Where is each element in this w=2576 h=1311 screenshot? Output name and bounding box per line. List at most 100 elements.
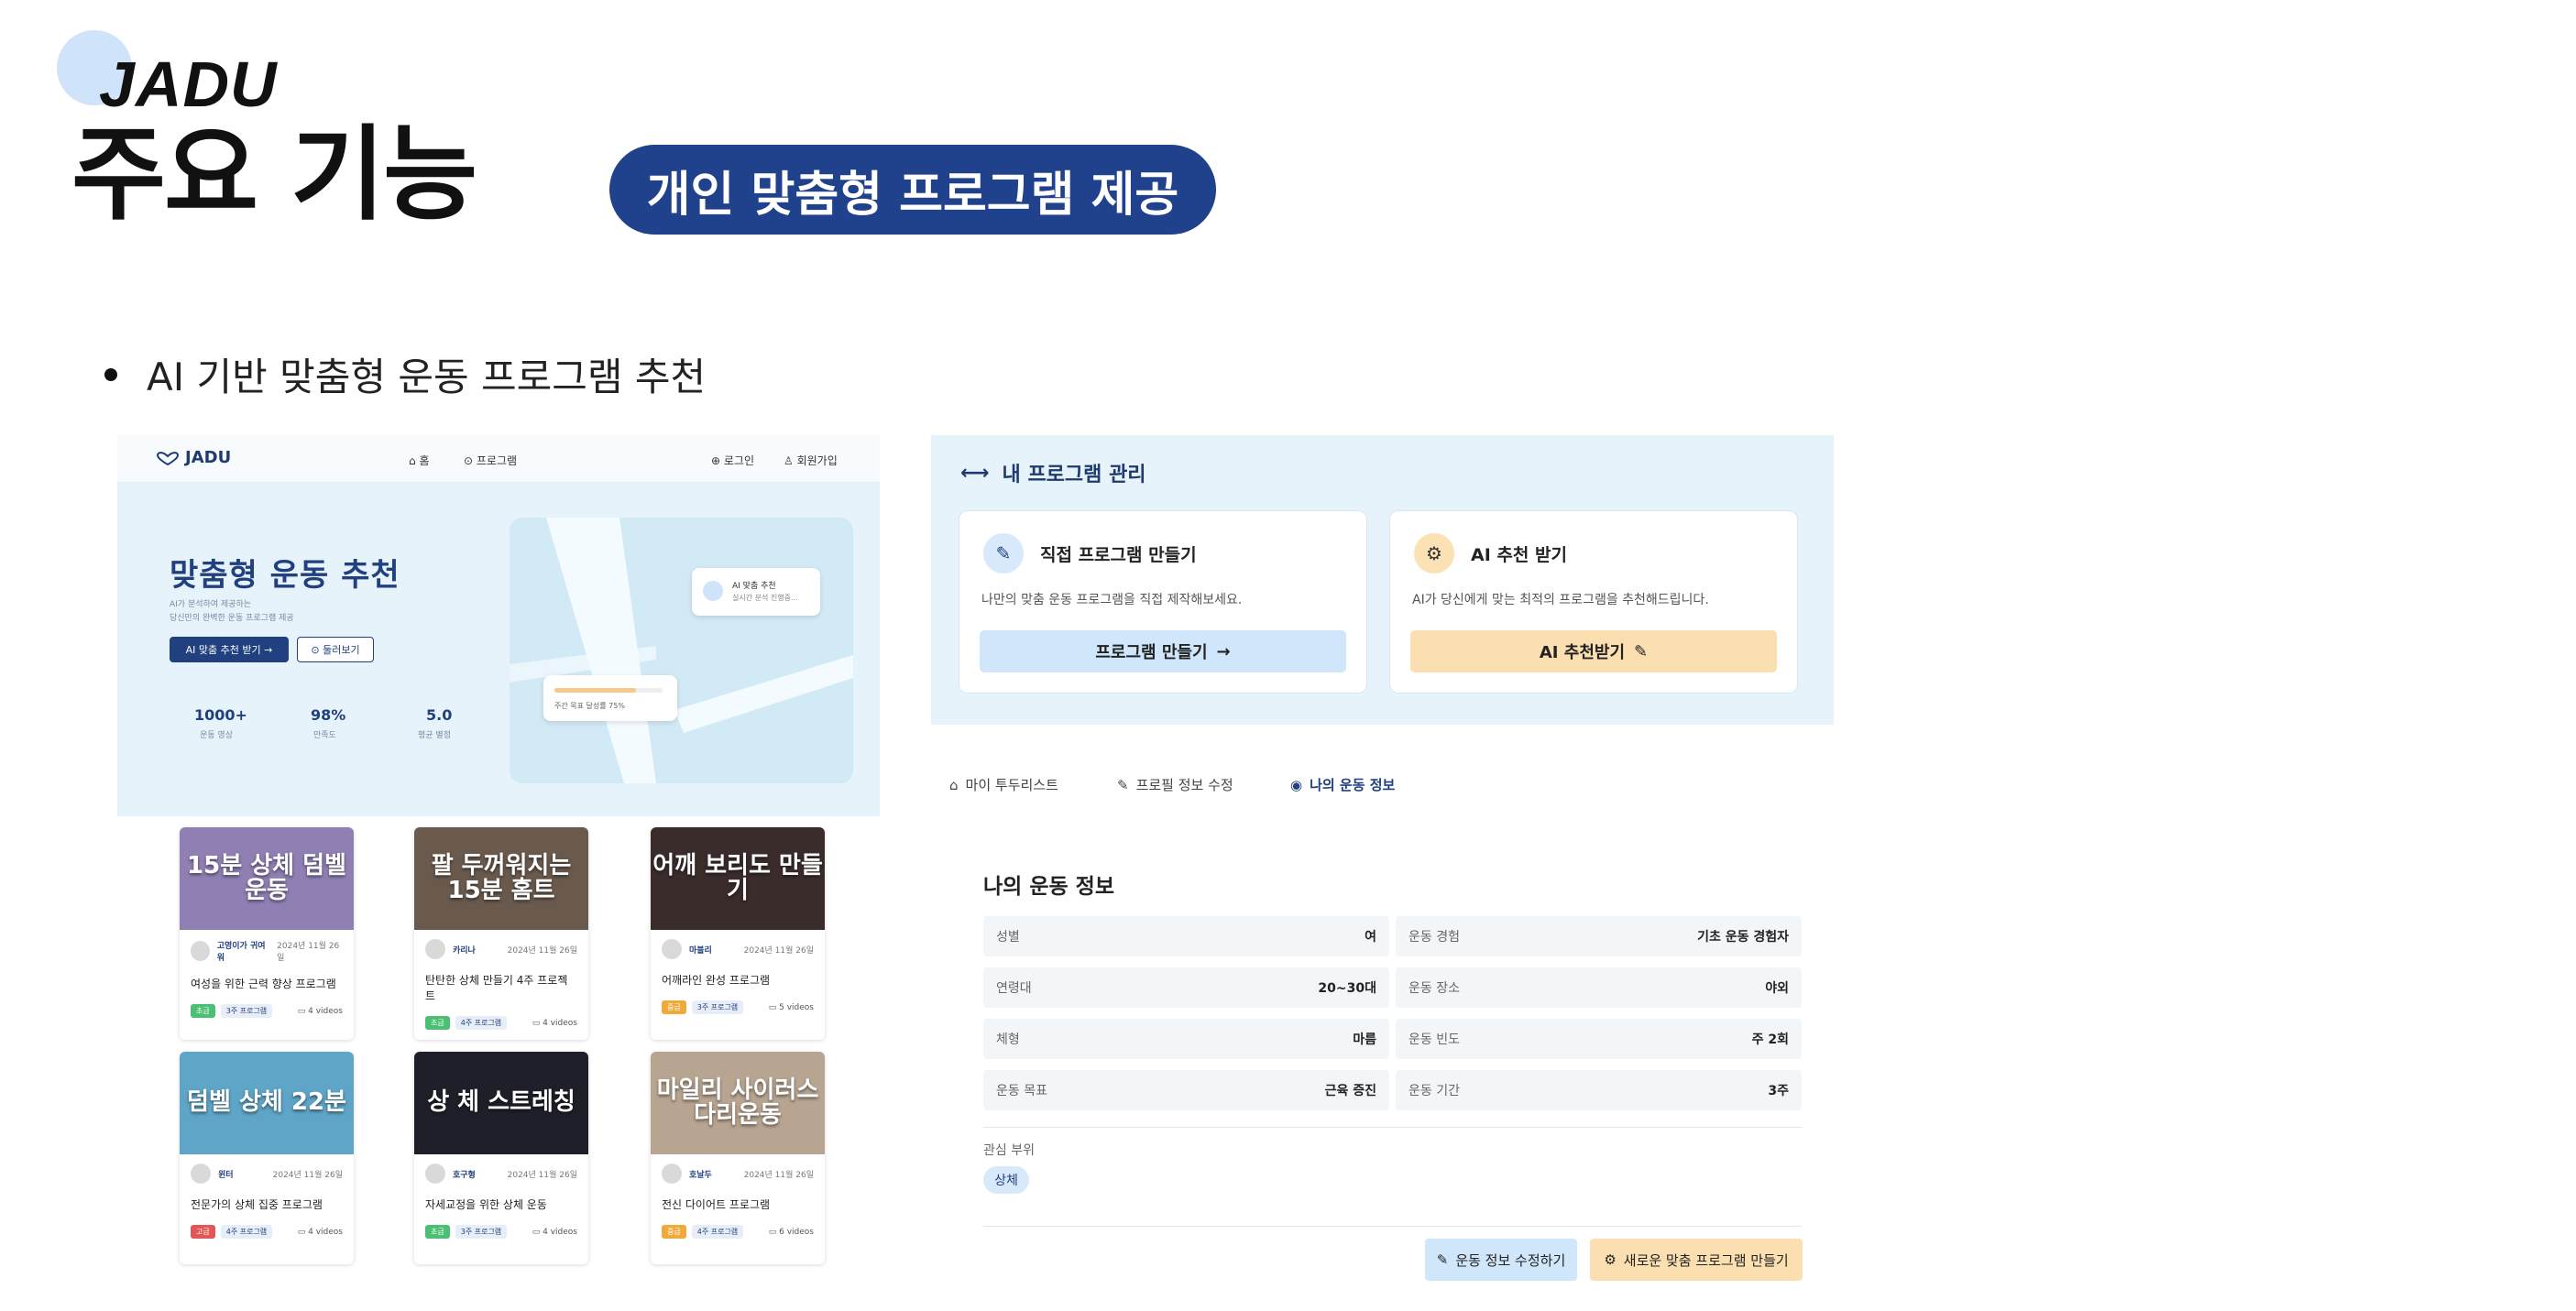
program-thumbnail[interactable]: 상 체 스트레칭	[414, 1052, 588, 1154]
weeks-badge: 3주 프로그램	[220, 1004, 273, 1018]
card-title: 자세교정을 위한 상체 운동	[425, 1198, 547, 1211]
goal-card-text: 주간 목표 달성률 75%	[554, 702, 625, 710]
card-meta: 마블리 2024년 11월 26일	[651, 930, 825, 959]
nav-logo[interactable]: JADU	[156, 448, 231, 467]
tab-exercise-info[interactable]: ◉ 나의 운동 정보	[1290, 775, 1395, 794]
panel-title-text: 내 프로그램 관리	[1002, 464, 1146, 486]
pencil-icon: ✎	[1436, 1251, 1449, 1268]
program-thumbnail[interactable]: 어깨 보리도 만들기	[651, 827, 825, 930]
card-footer: 고급 4주 프로그램 ▭ 4 videos	[180, 1212, 354, 1239]
card-footer: 초급 3주 프로그램 ▭ 4 videos	[180, 991, 354, 1018]
program-card[interactable]: 상 체 스트레칭 호구형 2024년 11월 26일 자세교정을 위한 상체 운…	[414, 1052, 588, 1264]
stat-rating-value: 5.0	[426, 706, 453, 724]
interest-chip[interactable]: 상체	[983, 1166, 1029, 1194]
stat-videos-value: 1000+	[194, 706, 247, 724]
map-roads	[510, 518, 853, 783]
program-thumbnail[interactable]: 팔 두꺼워지는 15분 홈트	[414, 827, 588, 930]
new-program-button[interactable]: ⚙ 새로운 맞춤 프로그램 만들기	[1590, 1239, 1803, 1281]
card-author: 호날두	[689, 1170, 712, 1180]
video-count-text: 4 videos	[308, 1006, 343, 1016]
ai-recommend-button[interactable]: AI 맞춤 추천 받기 →	[170, 637, 289, 662]
nav-login[interactable]: ⊕ 로그인	[711, 453, 754, 468]
card-title: 탄탄한 상체 만들기 4주 프로젝트	[425, 974, 568, 1002]
program-card[interactable]: 팔 두꺼워지는 15분 홈트 카리나 2024년 11월 26일 탄탄한 상체 …	[414, 827, 588, 1040]
ai-recommend-card: AI 맞춤 추천 실시간 분석 진행중...	[692, 568, 820, 616]
weeks-badge: 4주 프로그램	[691, 1225, 744, 1239]
info-value: 기초 운동 경험자	[1697, 930, 1789, 945]
program-card[interactable]: 15분 상체 덤벨 운동 고영이가 귀여워 2024년 11월 26일 여성을 …	[180, 827, 354, 1040]
robot-icon: ⚙	[1604, 1251, 1617, 1268]
info-key: 체형	[996, 1032, 1020, 1047]
create-program-button[interactable]: 프로그램 만들기 →	[980, 630, 1346, 672]
info-key: 연령대	[996, 981, 1032, 996]
ai-card-title: AI 추천 받기	[1471, 545, 1567, 565]
video-count: ▭ 4 videos	[297, 1006, 343, 1016]
level-badge: 고급	[191, 1225, 215, 1239]
info-row: 운동 경험 기초 운동 경험자	[1396, 916, 1802, 956]
hero-sub-line1: AI가 분석하여 제공하는	[170, 600, 252, 609]
ai-card-title: AI 맞춤 추천	[732, 582, 776, 591]
card-footer: 초급 3주 프로그램 ▭ 4 videos	[414, 1212, 588, 1239]
tab-profile[interactable]: ✎ 프로필 정보 수정	[1117, 775, 1233, 794]
edit-exercise-info-button[interactable]: ✎ 운동 정보 수정하기	[1425, 1239, 1577, 1281]
feature-pill: 개인 맞춤형 프로그램 제공	[609, 145, 1216, 235]
eye-icon: ◉	[1290, 776, 1303, 793]
bullet-dot	[104, 368, 117, 381]
weeks-badge: 3주 프로그램	[455, 1225, 508, 1239]
info-key: 운동 기간	[1409, 1084, 1460, 1098]
video-count: ▭ 4 videos	[532, 1227, 577, 1237]
stat-rating-label: 평균 별점	[418, 731, 451, 740]
nav-program[interactable]: ⊙ 프로그램	[464, 453, 517, 468]
program-card[interactable]: 마일리 사이러스 다리운동 호날두 2024년 11월 26일 전신 다이어트 …	[651, 1052, 825, 1264]
tab-todo[interactable]: ⌂ 마이 투두리스트	[949, 775, 1058, 794]
browse-button[interactable]: ⊙ 둘러보기	[297, 637, 374, 662]
ai-recommend-get-button[interactable]: AI 추천받기 ✎	[1410, 630, 1777, 672]
card-date: 2024년 11월 26일	[277, 942, 340, 963]
level-badge: 중급	[662, 1225, 686, 1239]
brand-logo: JADU	[99, 49, 278, 120]
bullet-text: AI 기반 맞춤형 운동 프로그램 추천	[147, 355, 707, 399]
avatar	[425, 1164, 445, 1184]
nav-home[interactable]: ⌂ 홈	[409, 453, 429, 468]
video-count: ▭ 6 videos	[768, 1227, 814, 1237]
card-title: 전신 다이어트 프로그램	[662, 1198, 771, 1211]
program-thumbnail[interactable]: 15분 상체 덤벨 운동	[180, 827, 354, 930]
avatar	[425, 939, 445, 959]
ai-recommend-panel-card: ⚙ AI 추천 받기 AI가 당신에게 맞는 최적의 프로그램을 추천해드립니다…	[1389, 510, 1798, 694]
direct-program-card: ✎ 직접 프로그램 만들기 나만의 맞춤 운동 프로그램을 직접 제작해보세요.…	[959, 510, 1367, 694]
nav-login-label: 로그인	[723, 454, 754, 467]
card-meta: 카리나 2024년 11월 26일	[414, 930, 588, 959]
create-program-label: 프로그램 만들기	[1095, 643, 1208, 662]
card-author: 마블리	[689, 945, 712, 956]
program-card[interactable]: 어깨 보리도 만들기 마블리 2024년 11월 26일 어깨라인 완성 프로그…	[651, 827, 825, 1040]
pencil-icon: ✎	[1634, 641, 1649, 661]
program-thumbnail[interactable]: 덤벨 상체 22분	[180, 1052, 354, 1154]
goal-card: 주간 목표 달성률 75%	[543, 675, 677, 721]
program-thumbnail[interactable]: 마일리 사이러스 다리운동	[651, 1052, 825, 1154]
top-nav: JADU ⌂ 홈 ⊙ 프로그램 ⊕ 로그인 ♙ 회원가입	[117, 435, 880, 483]
goal-progress-track	[554, 688, 663, 693]
tab-profile-label: 프로필 정보 수정	[1135, 777, 1233, 793]
interest-label: 관심 부위	[983, 1143, 1035, 1158]
video-count-text: 4 videos	[543, 1018, 577, 1028]
card-date: 2024년 11월 26일	[507, 945, 577, 956]
card-meta: 윈터 2024년 11월 26일	[180, 1154, 354, 1184]
card-date: 2024년 11월 26일	[272, 1170, 343, 1180]
program-card[interactable]: 덤벨 상체 22분 윈터 2024년 11월 26일 전문가의 상체 집중 프로…	[180, 1052, 354, 1264]
landing-screenshot: JADU ⌂ 홈 ⊙ 프로그램 ⊕ 로그인 ♙ 회원가입 AI 맞춤 추천 실시…	[117, 435, 880, 816]
nav-signup[interactable]: ♙ 회원가입	[784, 453, 838, 468]
avatar	[662, 1164, 682, 1184]
home-icon: ⌂	[949, 776, 959, 793]
ai-card-sub: 실시간 분석 진행중...	[732, 594, 798, 602]
video-count-text: 4 videos	[308, 1227, 343, 1237]
info-key: 운동 경험	[1409, 930, 1460, 945]
nav-home-label: 홈	[419, 454, 430, 467]
info-row: 운동 목표 근육 증진	[983, 1070, 1389, 1110]
tab-todo-label: 마이 투두리스트	[965, 777, 1058, 793]
weeks-badge: 4주 프로그램	[220, 1225, 273, 1239]
card-footer: 중급 3주 프로그램 ▭ 5 videos	[651, 988, 825, 1014]
card-title: 전문가의 상체 집중 프로그램	[191, 1198, 323, 1211]
divider	[983, 1127, 1802, 1128]
hero-map-illustration	[510, 518, 853, 783]
card-author: 윈터	[218, 1170, 234, 1180]
